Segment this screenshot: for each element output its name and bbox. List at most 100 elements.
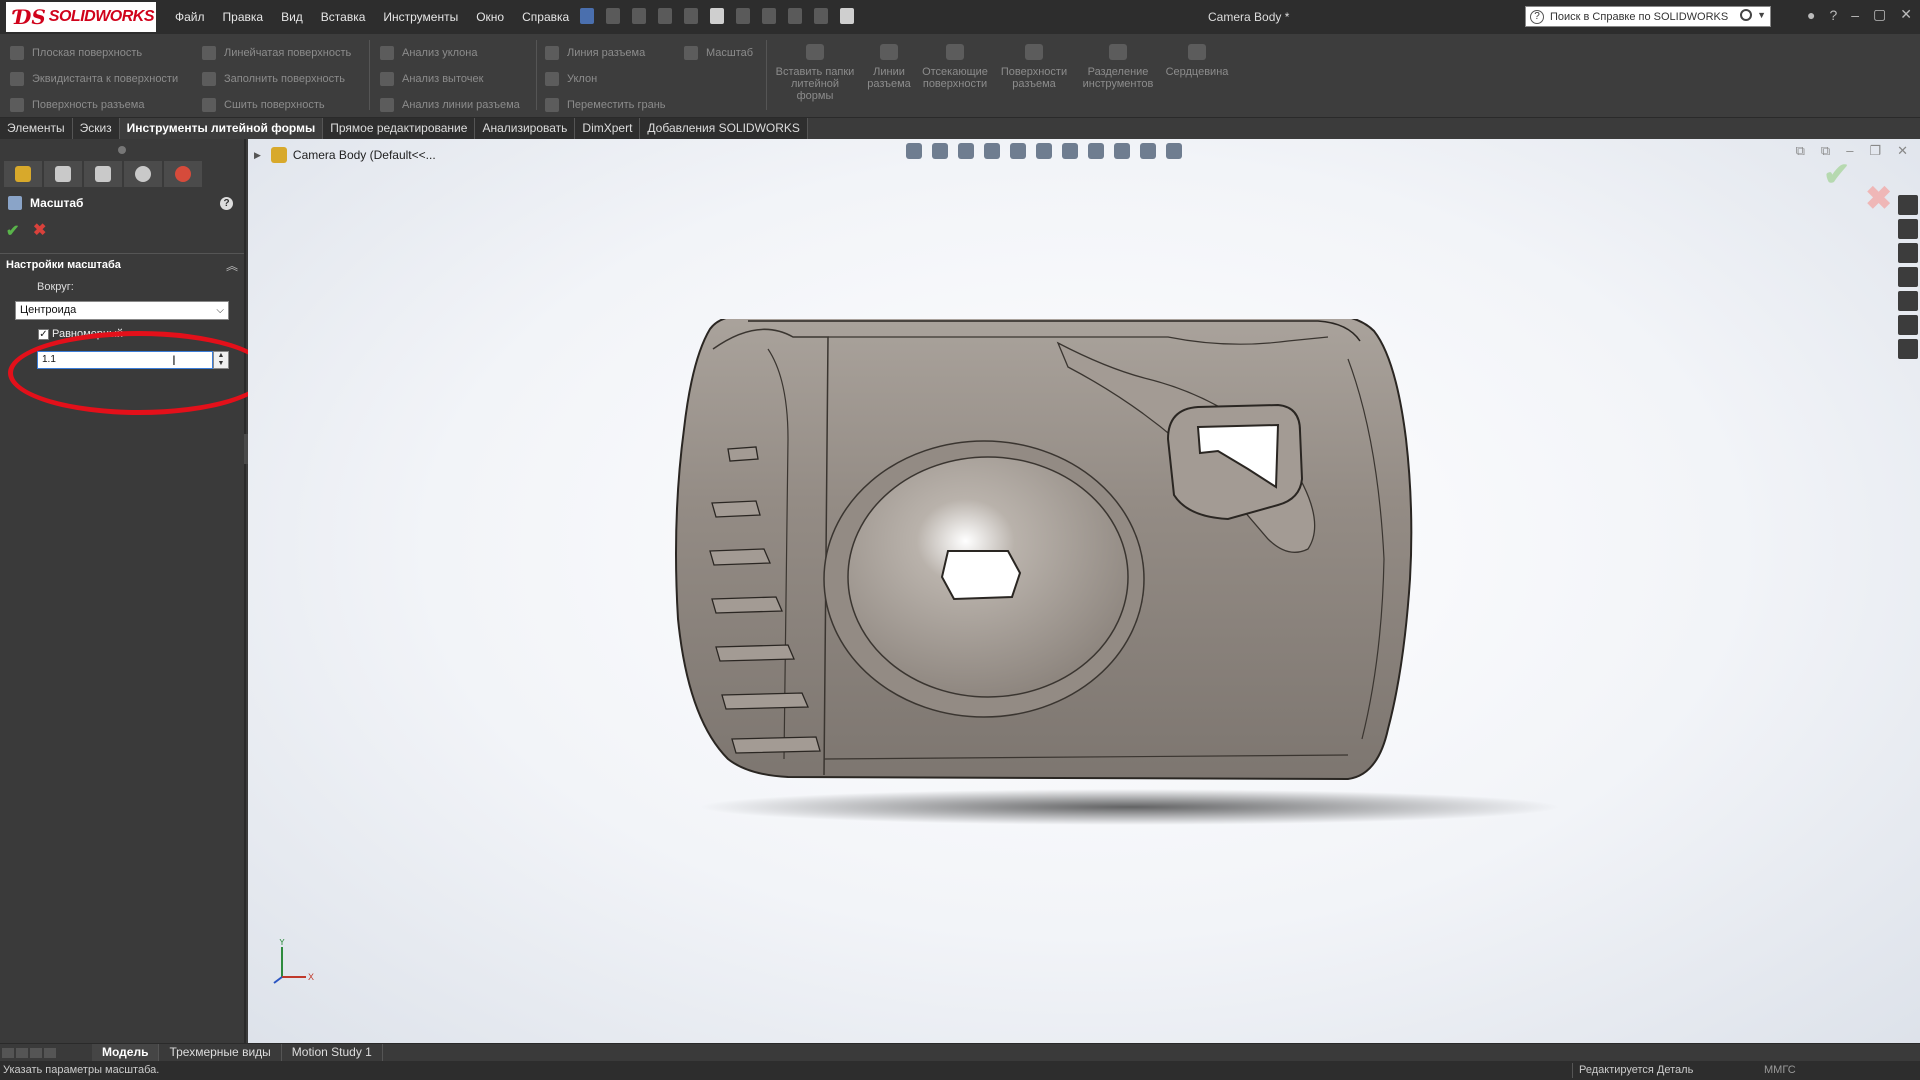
help-icon[interactable]: ? bbox=[220, 197, 233, 210]
feature-tree-flyout[interactable]: ▶ Camera Body (Default<<... bbox=[254, 147, 436, 163]
print-icon[interactable] bbox=[710, 8, 724, 24]
parting-surface-command[interactable]: Поверхность разъема bbox=[10, 92, 178, 118]
new-document-icon[interactable] bbox=[632, 8, 646, 24]
section-view-icon[interactable] bbox=[984, 143, 1000, 159]
draft-analysis-command[interactable]: Анализ уклона bbox=[380, 40, 520, 66]
menu-insert[interactable]: Вставка bbox=[321, 10, 366, 24]
expand-arrow-icon[interactable]: ▶ bbox=[254, 150, 261, 161]
menu-edit[interactable]: Правка bbox=[223, 10, 264, 24]
core-command[interactable]: Сердцевина bbox=[1162, 44, 1232, 78]
rebuild-icon[interactable] bbox=[788, 8, 802, 24]
undercut-analysis-command[interactable]: Анализ выточек bbox=[380, 66, 520, 92]
tooling-split-command[interactable]: Разделение инструментов bbox=[1076, 44, 1160, 90]
help-search-input[interactable]: ? Поиск в Справке по SOLIDWORKS ▼ bbox=[1525, 6, 1771, 27]
file-properties-icon[interactable] bbox=[814, 8, 828, 24]
viewport-restore-button[interactable]: ❐ bbox=[1869, 143, 1881, 159]
tab-dimxpert[interactable]: DimXpert bbox=[575, 118, 641, 139]
tab-evaluate[interactable]: Анализировать bbox=[475, 118, 576, 139]
menu-file[interactable]: Файл bbox=[175, 10, 205, 24]
appearances-icon[interactable] bbox=[1898, 291, 1918, 311]
close-button[interactable]: ✕ bbox=[1900, 6, 1912, 23]
restore-button[interactable]: ▢ bbox=[1873, 6, 1886, 23]
menu-view[interactable]: Вид bbox=[281, 10, 303, 24]
panel-handle-icon[interactable] bbox=[118, 146, 126, 154]
next-tab-icon[interactable] bbox=[30, 1047, 42, 1058]
graphics-viewport[interactable]: ▶ Camera Body (Default<<... ⧉ ⧉ – ❐ ✕ ✔ … bbox=[248, 139, 1920, 1043]
display-style-icon[interactable] bbox=[1062, 143, 1078, 159]
open-icon[interactable] bbox=[658, 8, 672, 24]
options-gear-icon[interactable] bbox=[840, 8, 854, 24]
parting-surfaces-command[interactable]: Поверхности разъема bbox=[996, 44, 1072, 90]
previous-view-icon[interactable] bbox=[958, 143, 974, 159]
help-icon[interactable]: ? bbox=[1829, 7, 1837, 23]
dynamic-annotation-icon[interactable] bbox=[1010, 143, 1026, 159]
forum-icon[interactable] bbox=[1898, 339, 1918, 359]
tab-dimxpert-manager[interactable] bbox=[124, 161, 162, 187]
move-face-command[interactable]: Переместить грань bbox=[545, 92, 666, 118]
tab-3d-views[interactable]: Трехмерные виды bbox=[159, 1044, 282, 1061]
tab-sketch[interactable]: Эскиз bbox=[72, 118, 120, 139]
planar-surface-command[interactable]: Плоская поверхность bbox=[10, 40, 178, 66]
tab-display-manager[interactable] bbox=[164, 161, 202, 187]
tab-configuration-manager[interactable] bbox=[84, 161, 122, 187]
viewport-tile-left-button[interactable]: ⧉ bbox=[1796, 143, 1805, 159]
ok-button[interactable]: ✔ bbox=[6, 221, 19, 241]
chevron-down-icon[interactable]: ▼ bbox=[1757, 10, 1766, 20]
scale-about-select[interactable]: Центроида ⌵ bbox=[15, 301, 229, 320]
last-tab-icon[interactable] bbox=[44, 1047, 56, 1058]
zoom-to-area-icon[interactable] bbox=[932, 143, 948, 159]
uniform-scaling-checkbox[interactable]: ✓ bbox=[38, 329, 49, 340]
previous-tab-icon[interactable] bbox=[16, 1047, 28, 1058]
menu-window[interactable]: Окно bbox=[476, 10, 504, 24]
tab-direct-editing[interactable]: Прямое редактирование bbox=[323, 118, 476, 139]
draft-command[interactable]: Уклон bbox=[545, 66, 666, 92]
solidworks-resources-icon[interactable] bbox=[1898, 195, 1918, 215]
view-settings-icon[interactable] bbox=[1166, 143, 1182, 159]
parting-lines-command[interactable]: Линии разъема bbox=[862, 44, 916, 90]
knit-surface-command[interactable]: Сшить поверхность bbox=[202, 92, 351, 118]
pin-icon[interactable] bbox=[580, 8, 594, 24]
select-icon[interactable] bbox=[762, 8, 776, 24]
tab-features[interactable]: Элементы bbox=[0, 118, 73, 139]
shut-off-surfaces-command[interactable]: Отсекающие поверхности bbox=[918, 44, 992, 90]
tab-property-manager[interactable] bbox=[44, 161, 82, 187]
search-icon[interactable] bbox=[1740, 9, 1752, 21]
home-icon[interactable] bbox=[606, 8, 620, 24]
scale-command[interactable]: Масштаб bbox=[684, 40, 753, 66]
ruled-surface-command[interactable]: Линейчатая поверхность bbox=[202, 40, 351, 66]
parting-line-command[interactable]: Линия разъема bbox=[545, 40, 666, 66]
confirmation-cancel-icon[interactable]: ✖ bbox=[1865, 179, 1892, 217]
parting-line-analysis-command[interactable]: Анализ линии разъема bbox=[380, 92, 520, 118]
view-palette-icon[interactable] bbox=[1898, 267, 1918, 287]
apply-scene-icon[interactable] bbox=[1140, 143, 1156, 159]
custom-properties-icon[interactable] bbox=[1898, 315, 1918, 335]
offset-surface-command[interactable]: Эквидистанта к поверхности bbox=[10, 66, 178, 92]
tab-motion-study[interactable]: Motion Study 1 bbox=[282, 1044, 383, 1061]
tab-addins[interactable]: Добавления SOLIDWORKS bbox=[640, 118, 808, 139]
confirmation-ok-icon[interactable]: ✔ bbox=[1823, 155, 1850, 193]
save-icon[interactable] bbox=[684, 8, 698, 24]
solidworks-logo[interactable]: ƊS SOLIDWORKS bbox=[6, 2, 156, 32]
hide-show-items-icon[interactable] bbox=[1088, 143, 1104, 159]
file-explorer-icon[interactable] bbox=[1898, 243, 1918, 263]
menu-tools[interactable]: Инструменты bbox=[383, 10, 458, 24]
tab-model[interactable]: Модель bbox=[92, 1044, 160, 1061]
fill-surface-command[interactable]: Заполнить поверхность bbox=[202, 66, 351, 92]
menu-help[interactable]: Справка bbox=[522, 10, 569, 24]
tab-feature-manager[interactable] bbox=[4, 161, 42, 187]
undo-icon[interactable] bbox=[736, 8, 750, 24]
camera-body-model[interactable] bbox=[588, 319, 1688, 979]
view-orientation-icon[interactable] bbox=[1036, 143, 1052, 159]
units-indicator[interactable]: ММГС bbox=[1764, 1064, 1796, 1076]
first-tab-icon[interactable] bbox=[2, 1047, 14, 1058]
minimize-button[interactable]: – bbox=[1851, 7, 1859, 23]
collapse-group-icon[interactable]: ︽ bbox=[226, 257, 238, 274]
edit-appearance-icon[interactable] bbox=[1114, 143, 1130, 159]
tab-mold-tools[interactable]: Инструменты литейной формы bbox=[119, 118, 324, 139]
viewport-close-button[interactable]: ✕ bbox=[1897, 143, 1908, 159]
cancel-button[interactable]: ✖ bbox=[33, 220, 46, 240]
design-library-icon[interactable] bbox=[1898, 219, 1918, 239]
zoom-to-fit-icon[interactable] bbox=[906, 143, 922, 159]
insert-mold-folders-command[interactable]: Вставить папки литейной формы bbox=[772, 44, 858, 102]
user-icon[interactable]: ● bbox=[1807, 7, 1815, 23]
